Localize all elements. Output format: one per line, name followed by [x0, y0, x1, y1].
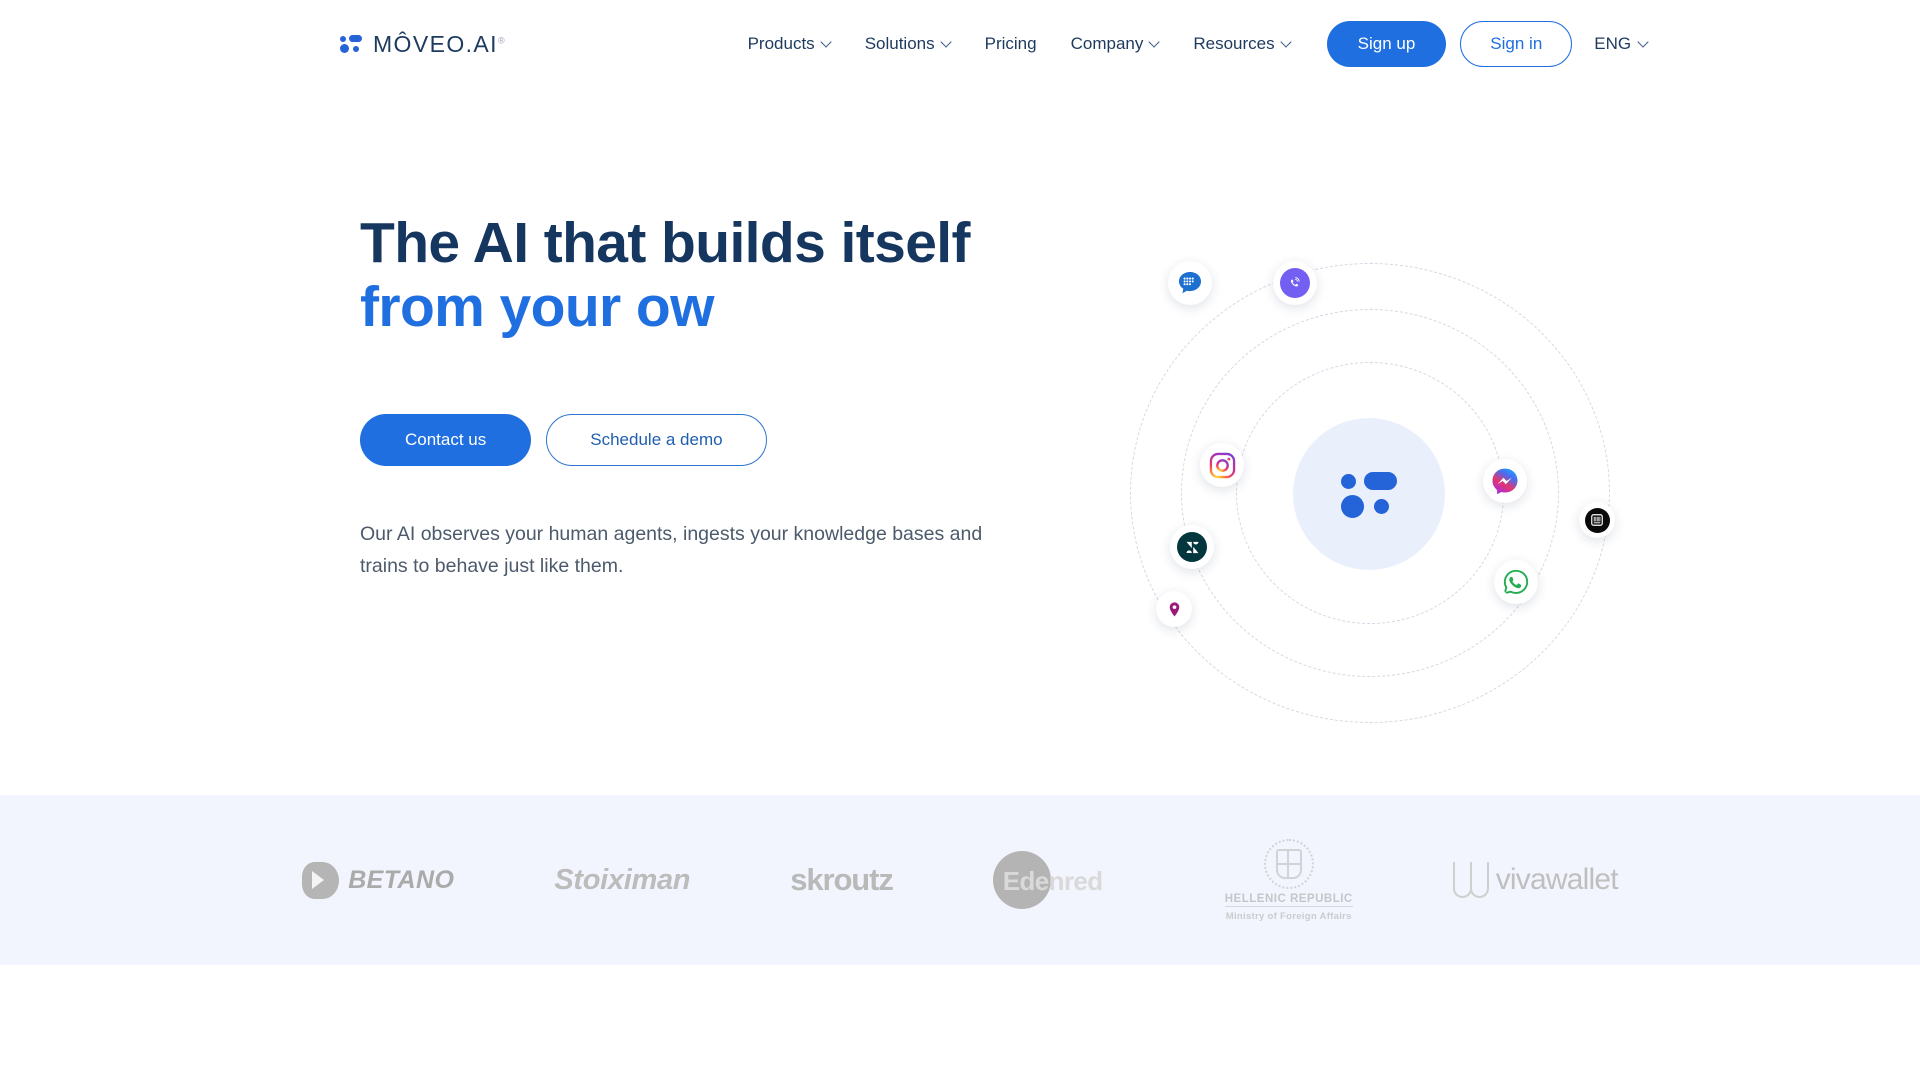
whatsapp-icon — [1501, 567, 1531, 597]
nav-item-resources[interactable]: Resources — [1193, 34, 1290, 54]
orbit-node-viber[interactable] — [1273, 261, 1317, 305]
skroutz-logo: skroutz — [790, 862, 894, 898]
chevron-down-icon — [942, 38, 951, 47]
instagram-icon — [1207, 450, 1237, 480]
zendesk-icon — [1177, 532, 1207, 562]
betano-mark-icon — [302, 861, 340, 899]
orbit-node-location[interactable] — [1156, 591, 1192, 627]
skroutz-logo-text: skroutz — [790, 862, 894, 897]
location-pin-icon — [1162, 597, 1187, 622]
betano-logo: BETANO — [302, 861, 455, 899]
auth-actions: Sign up Sign in — [1326, 21, 1573, 67]
cta-row: Contact us Schedule a demo — [360, 413, 1120, 466]
hellenic-line-1: HELLENIC REPUBLIC — [1224, 892, 1353, 907]
orbit-node-instagram[interactable] — [1200, 443, 1244, 487]
language-selector[interactable]: ENG — [1594, 34, 1648, 54]
site-header: MÔVEO.AI® Products Solutions Pricing Com… — [0, 0, 1920, 88]
vivawallet-logo: vivawallet — [1452, 862, 1619, 898]
rcs-messages-icon — [1175, 268, 1205, 298]
logo-text: MÔVEO.AI® — [373, 30, 505, 57]
contact-us-button[interactable]: Contact us — [360, 413, 532, 466]
nav-item-pricing[interactable]: Pricing — [985, 34, 1037, 54]
headline-blue-part: from your ow — [360, 274, 714, 339]
nav-label: Solutions — [864, 34, 935, 53]
hellenic-republic-logo: HELLENIC REPUBLIC Ministry of Foreign Af… — [1224, 838, 1353, 922]
schedule-demo-button[interactable]: Schedule a demo — [546, 413, 767, 466]
chevron-down-icon — [1639, 38, 1648, 47]
vivawallet-logo-text: vivawallet — [1495, 863, 1619, 896]
nav-label: Resources — [1193, 34, 1275, 53]
stoiximan-logo: Stoiximan — [554, 864, 690, 897]
nav-label: Products — [747, 34, 815, 53]
barcode-app-icon — [1584, 507, 1610, 533]
stoiximan-logo-text: Stoiximan — [554, 863, 691, 896]
chevron-down-icon — [822, 38, 831, 47]
vivawallet-mark-icon — [1452, 862, 1489, 898]
chevron-down-icon — [1150, 38, 1159, 47]
orbit-node-whatsapp[interactable] — [1494, 560, 1538, 604]
main-navigation: Products Solutions Pricing Company Resou… — [748, 34, 1291, 54]
nav-item-company[interactable]: Company — [1071, 34, 1160, 54]
hero-content: The AI that builds itself from your ow C… — [360, 88, 1120, 582]
nav-item-products[interactable]: Products — [748, 34, 831, 54]
page-title: The AI that builds itself from your ow — [360, 211, 1060, 340]
hellenic-line-2: Ministry of Foreign Affairs — [1225, 910, 1352, 922]
hero-section: The AI that builds itself from your ow C… — [0, 88, 1920, 794]
orbit-node-zendesk[interactable] — [1170, 525, 1214, 569]
moveo-logo-icon — [1341, 471, 1397, 518]
headline-dark-part: The AI that builds itself — [360, 211, 971, 275]
customer-logos-band: BETANO Stoiximan skroutz Edenred HELLENI… — [0, 795, 1920, 965]
nav-label: Pricing — [984, 34, 1037, 53]
viber-icon — [1280, 268, 1310, 298]
nav-label: Company — [1070, 34, 1144, 53]
trademark-symbol: ® — [497, 34, 505, 45]
messenger-icon — [1490, 466, 1520, 496]
sign-up-button[interactable]: Sign up — [1326, 21, 1447, 67]
channels-orbit-graphic — [1125, 248, 1625, 748]
orbit-node-messenger[interactable] — [1483, 459, 1527, 503]
hero-subtitle: Our AI observes your human agents, inges… — [360, 522, 983, 577]
language-label: ENG — [1594, 34, 1632, 53]
edenred-logo-text: Edenred — [1002, 866, 1103, 896]
chevron-down-icon — [1282, 38, 1291, 47]
betano-logo-text: BETANO — [348, 865, 455, 894]
moveo-logo[interactable]: MÔVEO.AI® — [340, 30, 505, 57]
nav-item-solutions[interactable]: Solutions — [865, 34, 951, 54]
hellenic-crest-icon — [1263, 838, 1314, 889]
sign-in-button[interactable]: Sign in — [1460, 21, 1573, 67]
edenred-logo: Edenred — [992, 849, 1125, 911]
orbit-center — [1293, 418, 1445, 570]
orbit-node-app[interactable] — [1579, 502, 1615, 538]
moveo-dots-icon — [340, 35, 362, 53]
orbit-node-rcs[interactable] — [1168, 261, 1212, 305]
